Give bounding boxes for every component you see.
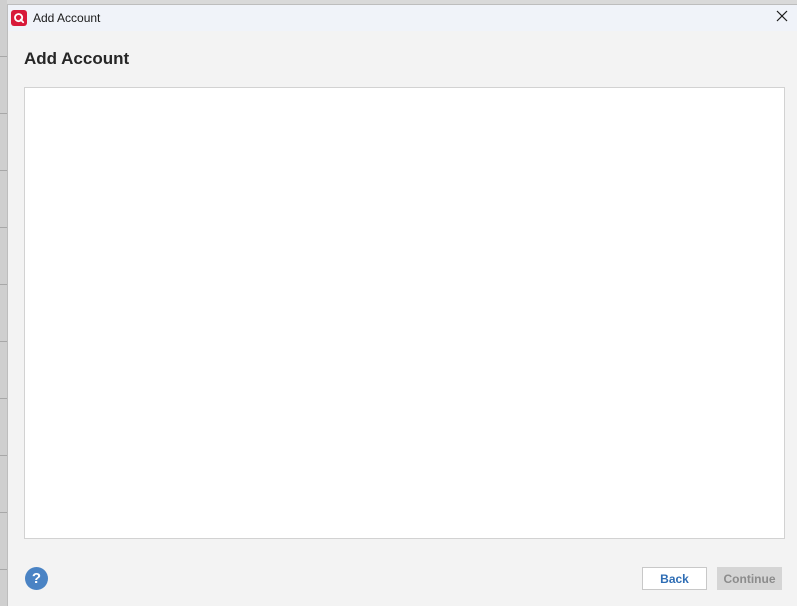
quicken-logo-icon — [11, 10, 27, 26]
window-title: Add Account — [33, 11, 101, 25]
content-panel — [24, 87, 785, 539]
back-button[interactable]: Back — [642, 567, 707, 590]
title-bar: Add Account — [8, 5, 797, 31]
continue-button[interactable]: Continue — [717, 567, 782, 590]
background-window-edge — [0, 0, 7, 606]
close-button[interactable] — [767, 5, 797, 31]
close-icon — [776, 9, 788, 27]
help-button[interactable]: ? — [25, 567, 48, 590]
add-account-dialog: Add Account Add Account ? Back Continue — [7, 4, 797, 606]
help-icon: ? — [31, 570, 42, 587]
page-title: Add Account — [24, 49, 130, 68]
